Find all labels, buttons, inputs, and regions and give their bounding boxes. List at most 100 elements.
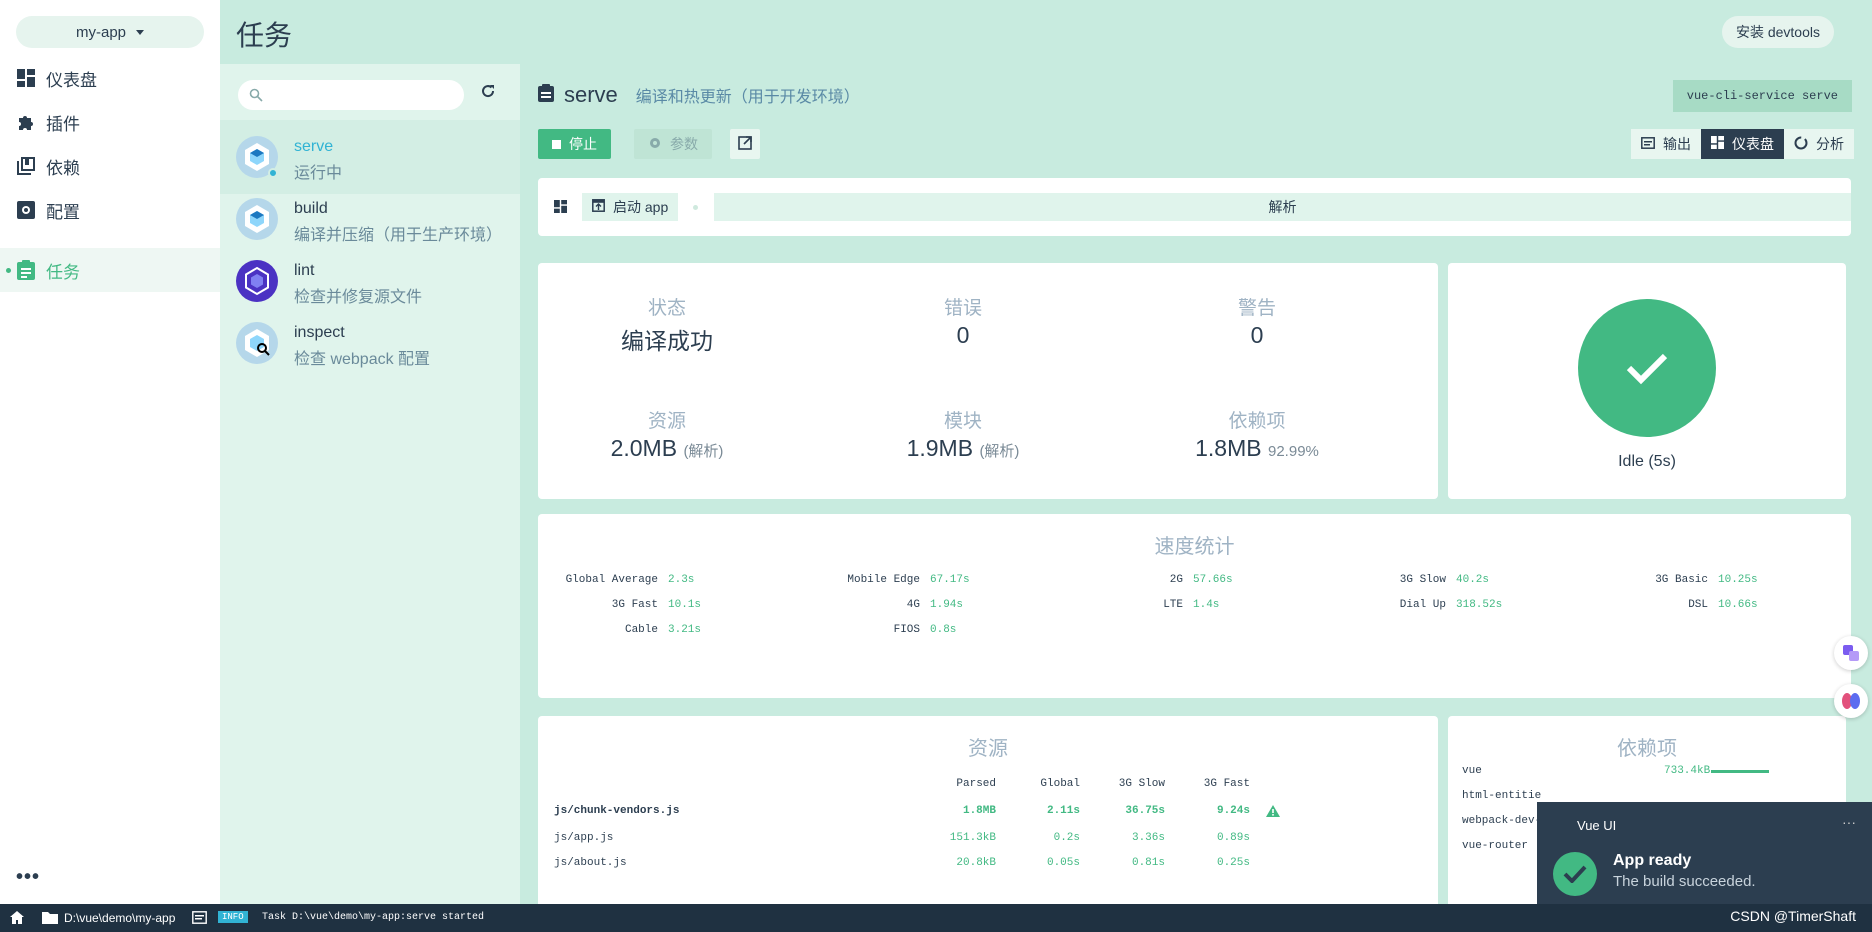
more-horizontal-icon[interactable]: ··· (1842, 814, 1856, 830)
asset-name: js/about.js (554, 857, 627, 869)
launch-icon (592, 199, 605, 215)
task-name: inspect (294, 324, 345, 341)
analysis-step: 解析 (714, 193, 1851, 221)
open-in-new-button[interactable] (730, 129, 760, 159)
task-name: build (294, 200, 328, 217)
asset-value: 9.24s (1216, 805, 1250, 817)
column-header: Global (1040, 778, 1080, 790)
stat-note: 92.99% (1268, 443, 1319, 460)
dependency-name: webpack-dev- (1462, 815, 1542, 827)
translate-icon[interactable] (1834, 636, 1868, 670)
toast-message: The build succeeded. (1613, 873, 1756, 890)
nav-item-dependencies[interactable]: 依赖 (0, 144, 220, 188)
stat-value: 2.0MB (610, 435, 678, 461)
dependency-size: 733.4kB (1664, 765, 1711, 777)
launch-app-label: 启动 app (613, 199, 669, 215)
speed-stat: 3G Basic 10.25s (1588, 574, 1758, 586)
tab-analysis[interactable]: 分析 (1784, 129, 1854, 159)
watermark: CSDN @TimerShaft (1730, 908, 1856, 924)
dashboard-icon (1711, 136, 1724, 152)
project-selector[interactable]: my-app (16, 16, 204, 48)
speed-stat-value: 0.8s (930, 624, 957, 636)
stat-modules: 模块 1.9MB (解析) (813, 406, 1113, 462)
dependency-name: html-entitie (1462, 790, 1542, 802)
home-icon[interactable] (10, 911, 24, 927)
log-level-badge: INFO (218, 911, 248, 923)
speed-stat-label: Mobile Edge (847, 574, 920, 586)
console-icon[interactable] (192, 911, 207, 927)
step-separator (693, 205, 698, 210)
stat-warnings: 警告 0 (1107, 293, 1407, 349)
stat-label: 状态 (647, 298, 686, 319)
warning-icon (1266, 805, 1280, 821)
brain-icon[interactable] (1834, 684, 1868, 718)
open-in-new-icon (738, 135, 752, 153)
speed-stat-value: 318.52s (1456, 599, 1503, 611)
tab-label: 分析 (1816, 136, 1844, 152)
stat-value: 0 (956, 322, 970, 348)
tab-label: 仪表盘 (1732, 136, 1774, 152)
speed-stat-value: 10.25s (1718, 574, 1758, 586)
speed-stat: Mobile Edge 67.17s (800, 574, 969, 586)
stat-label: 资源 (647, 411, 686, 432)
running-status-dot (268, 168, 278, 178)
install-devtools-button[interactable]: 安装 devtools (1721, 16, 1834, 48)
build-stats-card: 状态 编译成功 错误 0 警告 0 资源 2.0MB (解析) 模块 1.9MB… (538, 263, 1438, 499)
asset-value: 2.11s (1046, 805, 1080, 817)
nav-item-dashboard[interactable]: 仪表盘 (0, 56, 220, 100)
asset-value: 151.3kB (949, 832, 996, 844)
idle-status: Idle (5s) (1618, 453, 1676, 470)
dependencies-title: 依赖项 (1617, 738, 1677, 760)
table-row: js/about.js 20.8kB 0.05s 0.81s 0.25s (538, 857, 1438, 883)
parameters-button[interactable]: 参数 (634, 129, 712, 159)
view-tabs: 输出 仪表盘 分析 (1631, 129, 1854, 159)
library-icon (16, 156, 36, 176)
speed-stat: Global Average 2.3s (538, 574, 695, 586)
speed-stat: LTE 1.4s (1063, 599, 1219, 611)
nav-item-tasks[interactable]: 任务 (0, 248, 220, 292)
speed-stat-label: Cable (624, 624, 658, 636)
table-row: js/chunk-vendors.js 1.8MB 2.11s 36.75s 9… (538, 805, 1438, 831)
speed-stat-label: LTE (1163, 599, 1183, 611)
search-input[interactable] (238, 80, 464, 110)
dashboard-icon (16, 68, 36, 88)
eslint-icon (236, 260, 278, 302)
asset-name: js/chunk-vendors.js (554, 805, 680, 817)
launch-app-button[interactable]: 启动 app (582, 193, 679, 221)
project-path[interactable]: D:\vue\demo\my-app (64, 911, 175, 925)
speed-stat-value: 10.1s (668, 599, 702, 611)
more-horizontal-icon[interactable]: ••• (16, 866, 40, 889)
nav-item-plugins[interactable]: 插件 (0, 100, 220, 144)
last-log-message[interactable]: Task D:\vue\demo\my-app:serve started (262, 912, 484, 923)
column-header: 3G Fast (1203, 778, 1250, 790)
top-header: 任务 安装 devtools (220, 0, 1872, 64)
task-item-inspect[interactable]: inspect 检查 webpack 配置 (220, 306, 520, 380)
active-indicator (6, 267, 11, 273)
nav-item-label: 任务 (46, 262, 80, 282)
refresh-icon[interactable] (480, 83, 496, 104)
stat-value: 1.9MB (906, 435, 974, 461)
tab-dashboard[interactable]: 仪表盘 (1701, 129, 1784, 159)
asset-value: 0.89s (1216, 832, 1250, 844)
task-list-panel: serve 运行中 build 编译并压缩（用于生产环境） lint 检查并修复… (220, 64, 520, 904)
stat-value: 1.8MB (1195, 435, 1262, 461)
gear-icon (648, 136, 662, 153)
task-subtitle: 编译和热更新（用于开发环境） (635, 89, 860, 106)
stop-button[interactable]: 停止 (538, 129, 611, 159)
speed-stat: FIOS 0.8s (800, 624, 957, 636)
speed-stats-title: 速度统计 (1154, 536, 1235, 558)
puzzle-icon (16, 112, 36, 132)
dependency-name: vue (1462, 765, 1482, 777)
tab-output[interactable]: 输出 (1631, 129, 1701, 159)
progress-steps-bar: 启动 app 解析 (538, 178, 1851, 236)
clipboard-icon (538, 83, 554, 107)
notification-toast[interactable]: Vue UI ··· App ready The build succeeded… (1537, 802, 1872, 904)
speed-stat: Cable 3.21s (538, 624, 701, 636)
left-navigation: my-app 仪表盘 插件 依赖 配置 任务 ••• (0, 0, 220, 904)
nav-item-config[interactable]: 配置 (0, 188, 220, 232)
task-description: 检查并修复源文件 (294, 289, 423, 306)
stat-label: 模块 (943, 411, 982, 432)
toast-title: App ready (1613, 852, 1692, 869)
folder-icon[interactable] (42, 911, 58, 927)
speed-stat: 3G Slow 40.2s (1326, 574, 1489, 586)
